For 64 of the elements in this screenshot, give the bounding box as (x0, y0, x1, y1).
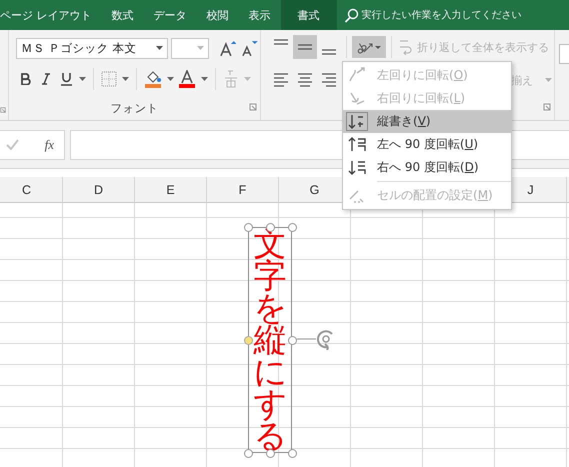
align-right-icon (321, 72, 337, 88)
resize-handle[interactable] (288, 336, 296, 344)
caret-icon (122, 77, 128, 81)
caret-icon (78, 77, 86, 81)
align-middle-icon (297, 44, 313, 50)
ribbon-tab[interactable]: 表示 (238, 0, 280, 30)
font-color-button[interactable] (176, 68, 198, 90)
column-header[interactable]: F (238, 182, 246, 196)
ribbon-tab[interactable]: ページ レイアウト (0, 0, 102, 30)
resize-handle[interactable] (244, 336, 252, 344)
text-direction-icon (348, 113, 366, 130)
caret-icon (200, 77, 208, 81)
underline-icon (60, 72, 72, 86)
align-bottom-icon (321, 49, 337, 55)
text-direction-icon (348, 90, 366, 107)
menu-item[interactable]: 縦書き(V) (343, 110, 511, 133)
font-name-field[interactable]: ＭＳ Ｐゴシック 本文 (16, 38, 168, 58)
column-header[interactable]: C (22, 182, 32, 196)
launcher-icon (249, 103, 257, 111)
ribbon-tab[interactable]: データ (144, 0, 196, 30)
align-center-icon (297, 72, 313, 88)
check-icon (6, 139, 19, 150)
caret-icon (196, 46, 204, 50)
ribbon-tab[interactable]: 数式 (102, 0, 144, 30)
font-color-icon (178, 70, 196, 88)
ribbon-tab[interactable]: 校閲 (196, 0, 238, 30)
align-left-icon (273, 72, 289, 88)
text-direction-icon (348, 67, 366, 84)
column-header[interactable]: G (310, 182, 320, 196)
caret-icon (156, 46, 163, 50)
tell-me-field[interactable]: 実行したい作業を入力してください (362, 8, 522, 22)
resize-handle[interactable] (244, 222, 252, 232)
bold-icon (21, 73, 31, 85)
italic-icon (42, 73, 50, 85)
resize-handle[interactable] (288, 222, 296, 232)
caret-icon (166, 77, 174, 81)
caret-icon (545, 78, 552, 82)
group-label: フォント (110, 101, 158, 116)
wrap-text-icon (399, 39, 413, 55)
column-header[interactable]: D (94, 182, 104, 196)
borders-icon (101, 71, 117, 87)
orientation-button[interactable] (352, 36, 386, 58)
menu-item[interactable]: 左へ 90 度回転(U) (343, 133, 511, 156)
text-direction-icon (348, 159, 366, 176)
resize-handle[interactable] (288, 448, 296, 458)
align-top-icon (273, 39, 289, 45)
column-header[interactable]: E (166, 182, 175, 196)
search-icon (344, 8, 358, 22)
grow-font-icon (218, 39, 236, 57)
phonetic-icon (224, 70, 238, 88)
resize-handle[interactable] (244, 448, 252, 458)
paint-bucket-icon (144, 70, 162, 88)
font-size-field[interactable] (170, 38, 209, 58)
caret-icon (244, 77, 250, 81)
menu-item[interactable]: 右へ 90 度回転(D) (343, 156, 511, 179)
vertical-text: 文字を縦にする (254, 228, 286, 452)
shrink-font-icon (240, 39, 258, 57)
launcher-icon (0, 106, 6, 114)
launcher-icon (543, 103, 551, 111)
align-middle-button[interactable] (293, 35, 317, 59)
text-direction-icon (348, 136, 366, 153)
column-header[interactable]: J (527, 182, 534, 196)
insert-function-button[interactable]: fx (44, 136, 54, 152)
ribbon-tab[interactable]: 書式 (280, 0, 336, 30)
